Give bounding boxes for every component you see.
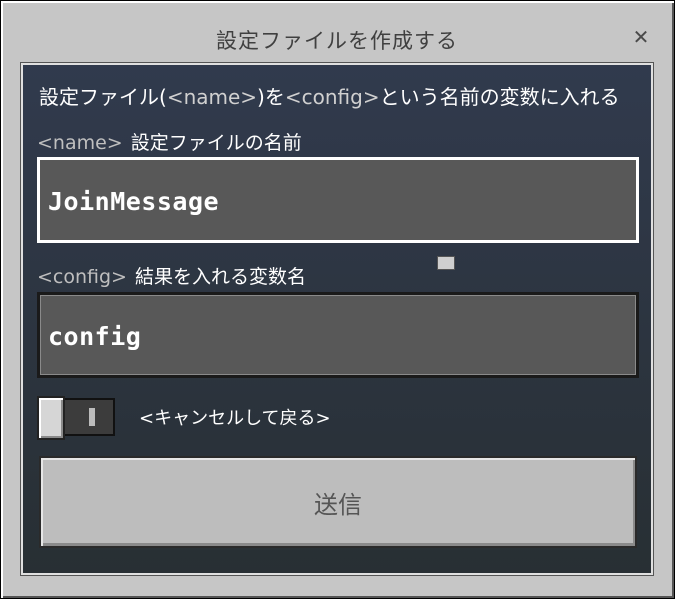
submit-button[interactable]: 送信 (39, 456, 637, 548)
description-prefix: 設定ファイル( (39, 85, 167, 109)
config-field-tag: <config> (37, 266, 127, 288)
dialog-window: 設定ファイルを作成する ✕ 設定ファイル(<name>)を<config>という… (0, 0, 675, 599)
description-mid: )を (257, 85, 285, 109)
form-description: 設定ファイル(<name>)を<config>という名前の変数に入れる (39, 81, 620, 110)
config-field-text: 結果を入れる変数名 (134, 266, 306, 288)
description-name-tag: <name> (166, 85, 258, 109)
cancel-toggle-label: <キャンセルして戻る> (139, 408, 331, 429)
dialog-title: 設定ファイルを作成する (216, 29, 458, 53)
name-field-tag: <name> (37, 132, 123, 154)
cancel-toggle[interactable] (37, 396, 115, 440)
square-icon (437, 256, 455, 270)
dialog-titlebar: 設定ファイルを作成する ✕ (5, 7, 669, 63)
config-input[interactable] (46, 295, 630, 377)
config-field[interactable] (37, 292, 639, 378)
config-field-label: <config> 結果を入れる変数名 (37, 262, 306, 289)
name-field-text: 設定ファイルの名前 (130, 132, 302, 154)
form-panel: 設定ファイル(<name>)を<config>という名前の変数に入れる <nam… (21, 63, 653, 575)
name-input[interactable] (46, 160, 630, 242)
description-suffix: という名前の変数に入れる (379, 85, 620, 109)
description-config-tag: <config> (284, 85, 380, 109)
cancel-toggle-row: <キャンセルして戻る> (37, 396, 637, 440)
name-field-label: <name> 設定ファイルの名前 (37, 128, 302, 155)
toggle-knob[interactable] (37, 396, 65, 440)
toggle-off-indicator (89, 408, 95, 426)
close-icon[interactable]: ✕ (631, 27, 651, 47)
name-field[interactable] (37, 157, 639, 243)
